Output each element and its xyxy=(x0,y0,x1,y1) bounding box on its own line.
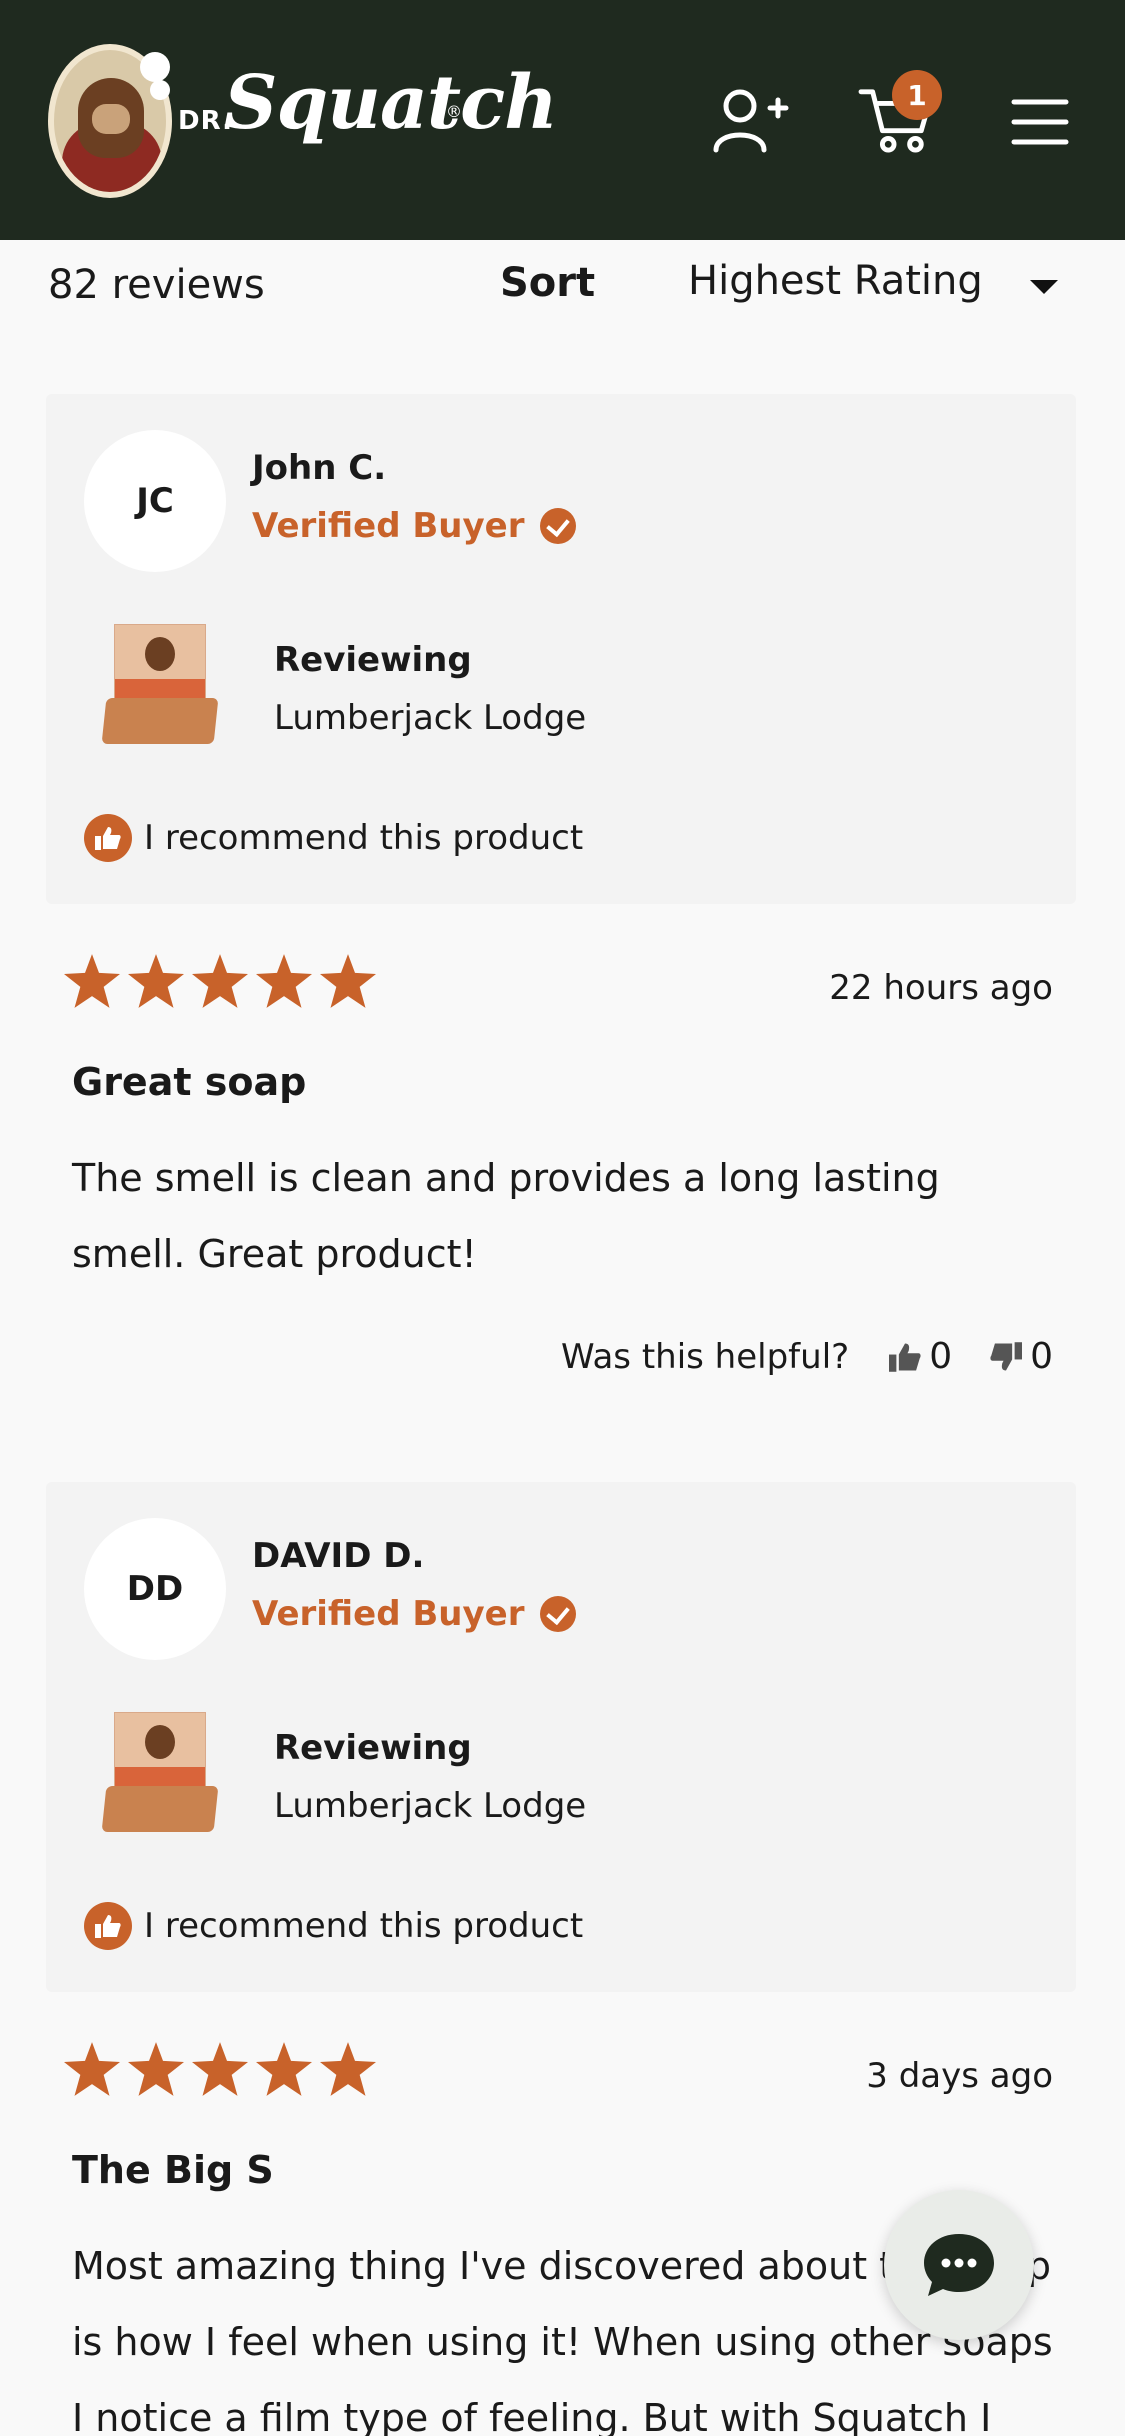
star-icon xyxy=(64,954,120,1008)
check-circle-icon xyxy=(540,508,577,544)
caret-down-icon xyxy=(1030,280,1058,294)
helpful-yes-count: 0 xyxy=(929,1336,953,1377)
helpful-question: Was this helpful? xyxy=(561,1336,850,1377)
reviewing-label: Reviewing xyxy=(274,640,472,680)
reviewer-name: John C. xyxy=(252,448,387,488)
review-title: Great soap xyxy=(72,1060,307,1104)
thumbs-up-icon xyxy=(889,1342,921,1372)
hamburger-menu-icon[interactable] xyxy=(1010,96,1070,148)
star-icon xyxy=(192,2042,248,2096)
star-icon xyxy=(128,954,184,1008)
reviewing-label: Reviewing xyxy=(274,1728,472,1768)
helpful-no-button[interactable]: 0 xyxy=(988,1336,1053,1377)
brand-name: Squatch xyxy=(224,60,558,146)
sort-selected-value: Highest Rating xyxy=(688,258,983,304)
thumbs-down-icon xyxy=(990,1341,1023,1371)
site-header: DR. Squatch ® 1 xyxy=(0,0,1125,240)
verified-label: Verified Buyer xyxy=(252,506,525,546)
check-circle-icon xyxy=(540,1596,577,1632)
avatar: DD xyxy=(84,1518,226,1660)
reviewer-card: DD DAVID D. Verified Buyer Reviewing Lum… xyxy=(46,1482,1076,1992)
recommend-statement: I recommend this product xyxy=(84,814,583,862)
review-title: The Big S xyxy=(72,2148,274,2192)
star-rating xyxy=(64,2042,376,2096)
star-rating xyxy=(64,954,376,1008)
star-icon xyxy=(256,954,312,1008)
chat-bubble-icon xyxy=(924,2234,994,2296)
reviewer-name: DAVID D. xyxy=(252,1536,425,1576)
review-body: The smell is clean and provides a long l… xyxy=(72,1156,940,1276)
thumbs-up-icon xyxy=(84,814,132,862)
helpful-votes: Was this helpful? 0 0 xyxy=(561,1336,1053,1377)
star-icon xyxy=(64,2042,120,2096)
review-date: 22 hours ago xyxy=(829,968,1053,1008)
recommend-text: I recommend this product xyxy=(144,818,584,858)
brand-registered: ® xyxy=(446,102,462,121)
helpful-no-count: 0 xyxy=(1030,1336,1053,1377)
star-icon xyxy=(256,2042,312,2096)
thumbs-up-icon xyxy=(84,1902,132,1950)
star-icon xyxy=(320,2042,376,2096)
helpful-yes-button[interactable]: 0 xyxy=(887,1336,952,1377)
sort-label: Sort xyxy=(500,260,596,306)
review-date: 3 days ago xyxy=(866,2056,1053,2096)
recommend-statement: I recommend this product xyxy=(84,1902,583,1950)
avatar: JC xyxy=(84,430,226,572)
star-icon xyxy=(320,954,376,1008)
product-thumbnail[interactable] xyxy=(100,624,230,754)
chat-launcher-button[interactable] xyxy=(884,2190,1034,2340)
review-count: 82 reviews xyxy=(48,262,265,308)
verified-buyer-badge: Verified Buyer xyxy=(252,506,577,546)
star-icon xyxy=(192,954,248,1008)
logo-smoke xyxy=(150,80,170,100)
logo-smoke xyxy=(140,52,170,82)
sort-dropdown[interactable]: Highest Rating xyxy=(688,258,1078,314)
reviewer-card: JC John C. Verified Buyer Reviewing Lumb… xyxy=(46,394,1076,904)
account-add-icon[interactable] xyxy=(710,86,790,156)
verified-buyer-badge: Verified Buyer xyxy=(252,1594,577,1634)
recommend-text: I recommend this product xyxy=(144,1906,584,1946)
cart-count-badge: 1 xyxy=(892,70,942,120)
reviewing-product[interactable]: Lumberjack Lodge xyxy=(274,698,586,738)
reviewing-product[interactable]: Lumberjack Lodge xyxy=(274,1786,586,1826)
verified-label: Verified Buyer xyxy=(252,1594,525,1634)
product-thumbnail[interactable] xyxy=(100,1712,230,1842)
star-icon xyxy=(128,2042,184,2096)
